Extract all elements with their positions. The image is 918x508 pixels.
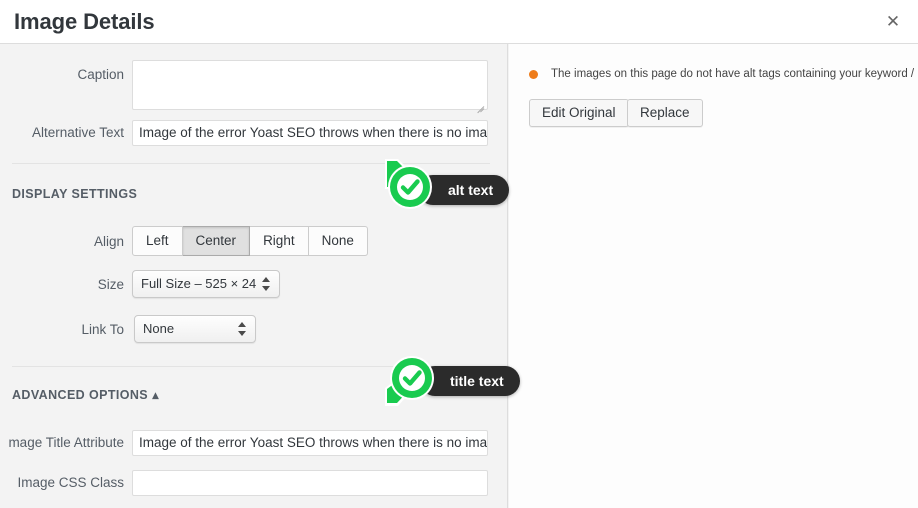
- align-button-group: Left Center Right None: [132, 226, 368, 256]
- size-select-value: Full Size – 525 × 24: [141, 276, 257, 291]
- advanced-options-heading[interactable]: ADVANCED OPTIONS ▲: [12, 387, 159, 404]
- image-title-attribute-input[interactable]: Image of the error Yoast SEO throws when…: [132, 430, 488, 456]
- alternative-text-label: Alternative Text: [31, 125, 124, 140]
- caption-input[interactable]: [132, 60, 488, 110]
- image-css-class-input[interactable]: [132, 470, 488, 496]
- caption-label: Caption: [77, 67, 124, 82]
- display-settings-heading: DISPLAY SETTINGS: [12, 187, 138, 201]
- link-to-label: Link To: [81, 322, 124, 337]
- link-to-select[interactable]: None: [134, 315, 256, 343]
- alternative-text-input[interactable]: Image of the error Yoast SEO throws when…: [132, 120, 488, 146]
- attachment-details-form: Caption Alternative Text Image of the er…: [0, 44, 508, 508]
- replace-button[interactable]: Replace: [627, 99, 703, 127]
- align-option-right[interactable]: Right: [250, 226, 309, 256]
- chevron-updown-icon: [238, 321, 247, 337]
- edit-original-button[interactable]: Edit Original: [529, 99, 629, 127]
- triangle-up-icon: ▲: [152, 391, 160, 401]
- page-title: Image Details: [14, 9, 155, 34]
- align-option-left[interactable]: Left: [132, 226, 183, 256]
- seo-analysis-sidebar: The images on this page do not have alt …: [509, 44, 918, 508]
- size-select[interactable]: Full Size – 525 × 24: [132, 270, 280, 298]
- modal-body: Caption Alternative Text Image of the er…: [0, 44, 918, 508]
- image-title-attribute-label: mage Title Attribute: [8, 435, 124, 450]
- orange-dot-icon: [529, 70, 538, 79]
- link-to-select-value: None: [143, 321, 175, 336]
- alt-tag-warning: The images on this page do not have alt …: [529, 66, 918, 82]
- modal-header: Image Details ✕: [0, 0, 918, 44]
- image-css-class-label: Image CSS Class: [17, 475, 124, 490]
- align-option-center[interactable]: Center: [182, 226, 251, 256]
- align-label: Align: [93, 234, 124, 249]
- close-icon[interactable]: ✕: [874, 4, 912, 40]
- advanced-options-label: ADVANCED OPTIONS: [12, 388, 149, 402]
- alt-tag-warning-text: The images on this page do not have alt …: [551, 68, 918, 80]
- chevron-updown-icon: [262, 276, 271, 292]
- image-details-modal: Image Details ✕ Caption Alternative Text…: [0, 0, 918, 508]
- green-check-pin-icon: [380, 348, 442, 410]
- green-check-pin-icon: [378, 155, 440, 217]
- size-label: Size: [97, 277, 124, 292]
- align-option-none[interactable]: None: [308, 226, 368, 256]
